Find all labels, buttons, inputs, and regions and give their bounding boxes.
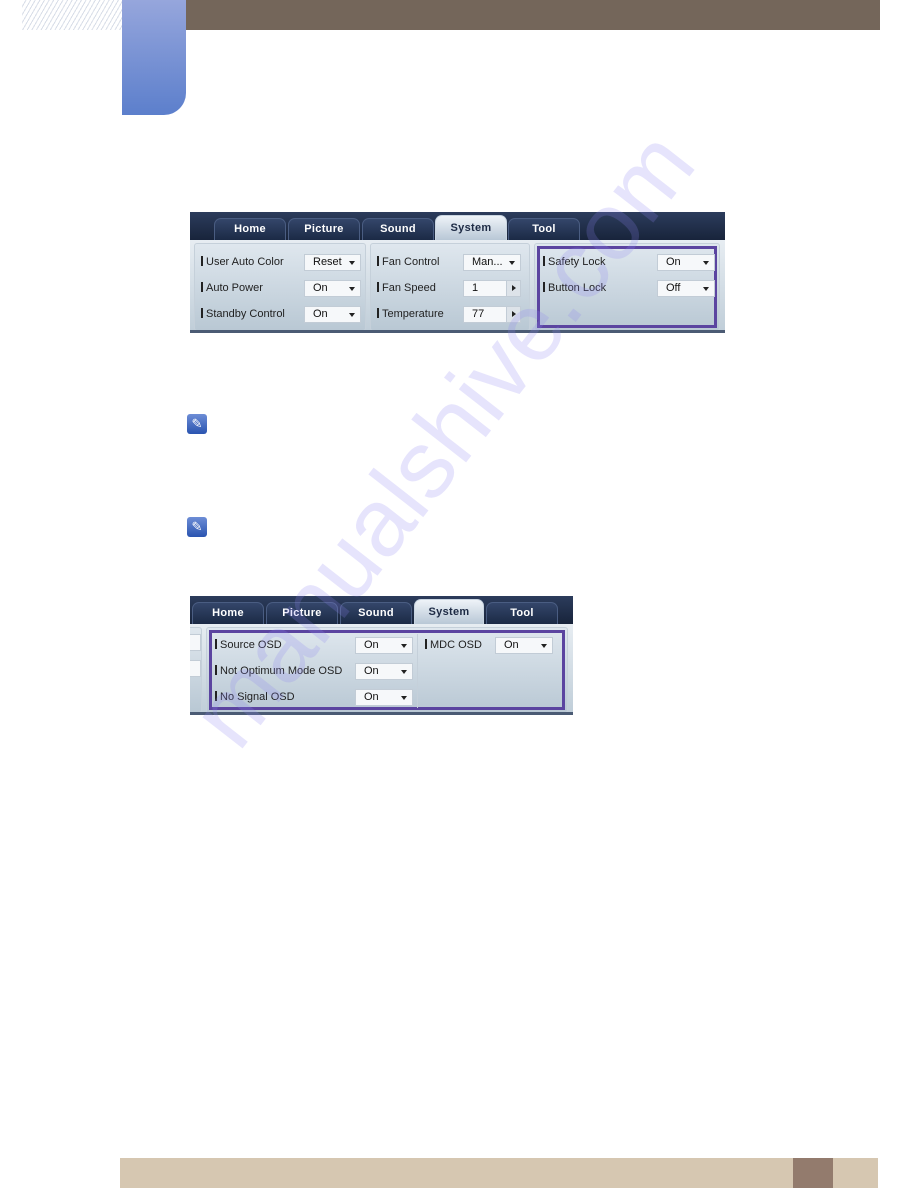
- tab-bar: Home Picture Sound System Tool: [190, 596, 573, 624]
- note-pencil-icon: ✎: [187, 517, 207, 537]
- system-group-lock: Safety Lock On Button Lock Off: [534, 243, 720, 331]
- panel-bottom-border: [190, 712, 573, 715]
- setting-label: User Auto Color: [201, 256, 284, 268]
- system-group-power: User Auto Color Reset Auto Power On Stan…: [194, 243, 366, 331]
- tab-picture[interactable]: Picture: [288, 218, 360, 240]
- settings-body: User Auto Color Reset Auto Power On Stan…: [190, 240, 725, 333]
- tab-system[interactable]: System: [435, 215, 507, 240]
- mdc-system-panel-1: Home Picture Sound System Tool User Auto…: [190, 212, 725, 333]
- button-lock-dropdown[interactable]: Off: [657, 280, 715, 297]
- dropdown-value: On: [364, 665, 379, 677]
- chevron-right-icon[interactable]: [506, 307, 520, 322]
- spinner-value: 1: [472, 282, 479, 294]
- dropdown-value: Off: [666, 282, 681, 294]
- setting-row: Auto Power On: [201, 280, 361, 298]
- mdc-osd-dropdown[interactable]: On: [495, 637, 553, 654]
- source-osd-dropdown[interactable]: On: [355, 637, 413, 654]
- chapter-tab: [122, 0, 186, 115]
- setting-label: Standby Control: [201, 308, 285, 320]
- setting-label: Source OSD: [215, 639, 282, 651]
- partial-dropdown[interactable]: [190, 634, 201, 651]
- setting-row: Source OSD On: [215, 637, 415, 655]
- tab-home[interactable]: Home: [192, 602, 264, 624]
- footer-page-number-block: [793, 1158, 833, 1188]
- setting-label: MDC OSD: [425, 639, 482, 651]
- setting-row: Fan Control Man...: [377, 254, 525, 272]
- setting-label: Temperature: [377, 308, 444, 320]
- tab-picture[interactable]: Picture: [266, 602, 338, 624]
- spinner-value: 77: [472, 308, 485, 320]
- fan-control-dropdown[interactable]: Man...: [463, 254, 521, 271]
- note-pencil-icon: ✎: [187, 414, 207, 434]
- dropdown-value: On: [313, 282, 328, 294]
- setting-label: Fan Control: [377, 256, 439, 268]
- dropdown-value: Reset: [313, 256, 342, 268]
- header-hatch-decoration: [22, 0, 122, 30]
- setting-label: Not Optimum Mode OSD: [215, 665, 342, 677]
- setting-label: Fan Speed: [377, 282, 436, 294]
- setting-row: Temperature 77: [377, 306, 525, 324]
- dropdown-value: Man...: [472, 256, 503, 268]
- user-auto-color-dropdown[interactable]: Reset: [304, 254, 361, 271]
- tab-sound[interactable]: Sound: [362, 218, 434, 240]
- setting-row: Standby Control On: [201, 306, 361, 324]
- dropdown-value: On: [666, 256, 681, 268]
- chevron-down-icon: [349, 261, 355, 265]
- dropdown-value: On: [504, 639, 519, 651]
- temperature-spinner[interactable]: 77: [463, 306, 521, 323]
- chevron-down-icon: [703, 261, 709, 265]
- setting-label: Auto Power: [201, 282, 263, 294]
- setting-row: MDC OSD On: [425, 637, 561, 655]
- setting-label: Safety Lock: [543, 256, 605, 268]
- dropdown-value: On: [313, 308, 328, 320]
- group-divider: [417, 634, 418, 708]
- footer-bar: [120, 1158, 878, 1188]
- partial-dropdown[interactable]: [190, 660, 201, 677]
- dropdown-value: On: [364, 691, 379, 703]
- chevron-down-icon: [541, 644, 547, 648]
- tab-tool[interactable]: Tool: [508, 218, 580, 240]
- setting-label: No Signal OSD: [215, 691, 295, 703]
- panel-bottom-border: [190, 330, 725, 333]
- chevron-down-icon: [401, 696, 407, 700]
- not-optimum-mode-osd-dropdown[interactable]: On: [355, 663, 413, 680]
- chevron-down-icon: [401, 670, 407, 674]
- safety-lock-dropdown[interactable]: On: [657, 254, 715, 271]
- chevron-down-icon: [401, 644, 407, 648]
- chevron-down-icon: [349, 313, 355, 317]
- tab-bar: Home Picture Sound System Tool: [190, 212, 725, 240]
- setting-row: No Signal OSD On: [215, 689, 415, 707]
- standby-control-dropdown[interactable]: On: [304, 306, 361, 323]
- tab-home[interactable]: Home: [214, 218, 286, 240]
- chevron-right-icon[interactable]: [506, 281, 520, 296]
- chevron-down-icon: [509, 261, 515, 265]
- mdc-system-panel-2: Home Picture Sound System Tool Source OS…: [190, 596, 573, 715]
- setting-row: Button Lock Off: [543, 280, 715, 298]
- setting-row: Not Optimum Mode OSD On: [215, 663, 415, 681]
- setting-row: Fan Speed 1: [377, 280, 525, 298]
- no-signal-osd-dropdown[interactable]: On: [355, 689, 413, 706]
- chevron-down-icon: [703, 287, 709, 291]
- chevron-down-icon: [349, 287, 355, 291]
- fan-speed-spinner[interactable]: 1: [463, 280, 521, 297]
- setting-row: User Auto Color Reset: [201, 254, 361, 272]
- tab-sound[interactable]: Sound: [340, 602, 412, 624]
- header-bar: [186, 0, 880, 30]
- system-group-fan: Fan Control Man... Fan Speed 1 Temperatu…: [370, 243, 530, 331]
- tab-system[interactable]: System: [414, 599, 484, 624]
- setting-label: Button Lock: [543, 282, 606, 294]
- setting-row: Safety Lock On: [543, 254, 715, 272]
- settings-body: Source OSD On Not Optimum Mode OSD On No…: [190, 624, 573, 715]
- auto-power-dropdown[interactable]: On: [304, 280, 361, 297]
- tab-tool[interactable]: Tool: [486, 602, 558, 624]
- system-group-partial: [190, 627, 202, 713]
- system-group-osd: Source OSD On Not Optimum Mode OSD On No…: [206, 627, 568, 713]
- dropdown-value: On: [364, 639, 379, 651]
